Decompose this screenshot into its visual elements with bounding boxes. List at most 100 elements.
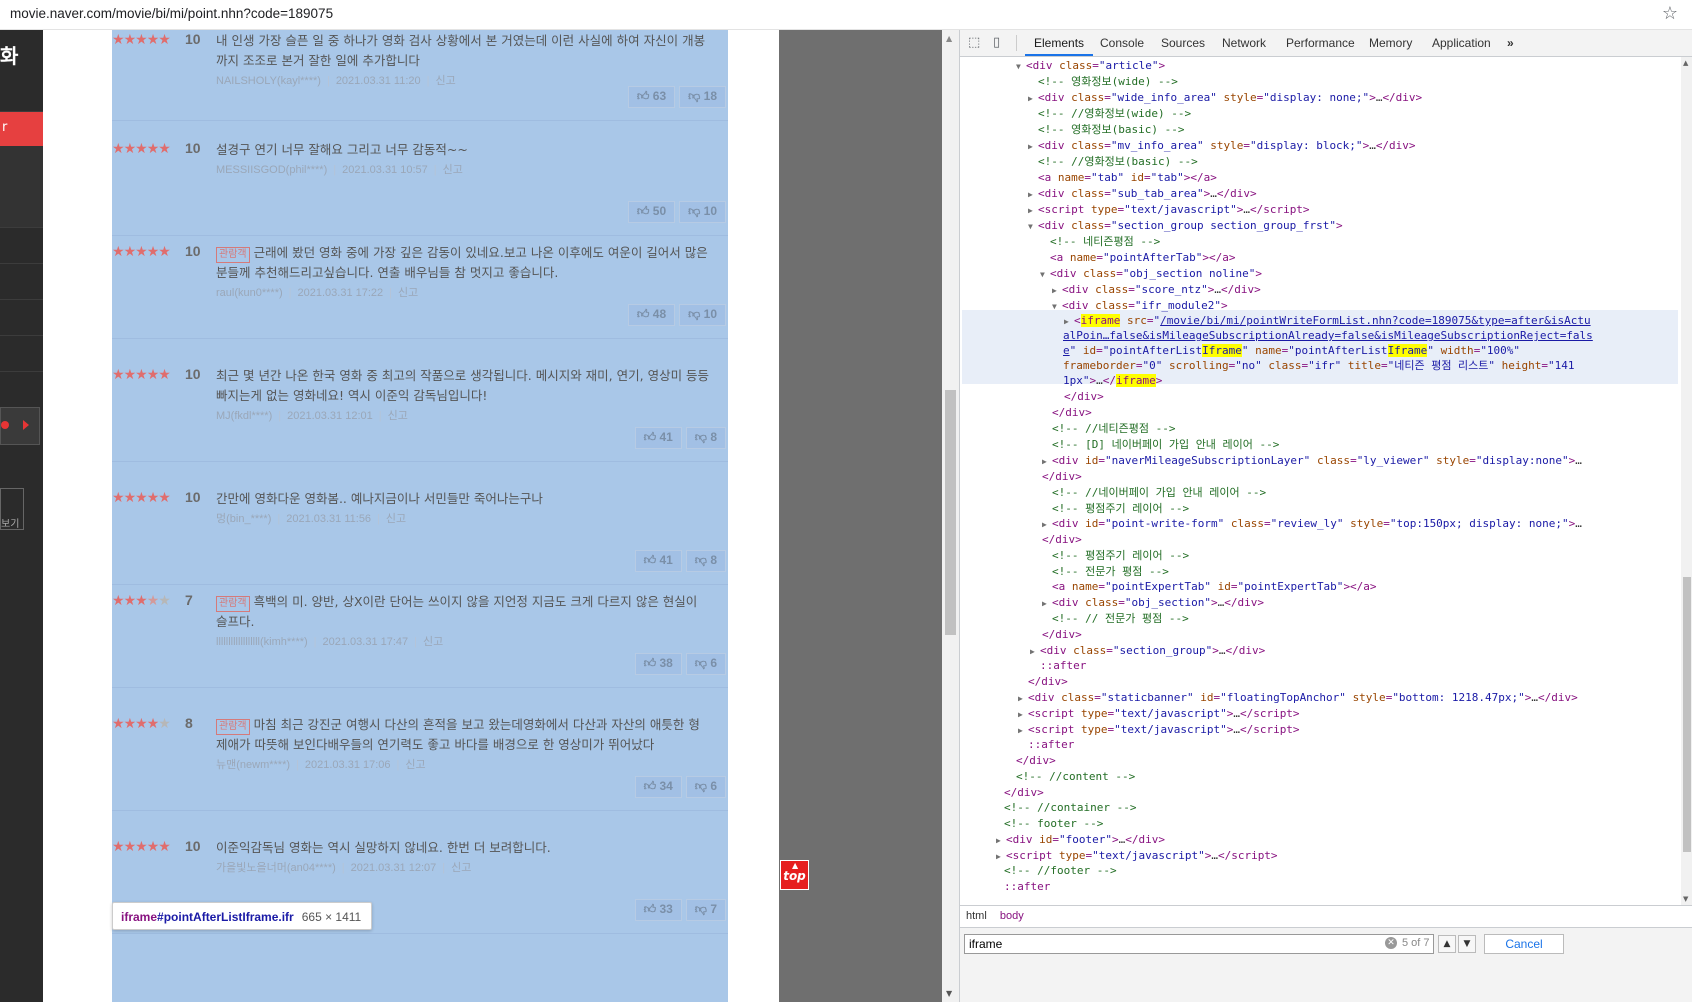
report-link[interactable]: 신고 xyxy=(388,410,408,422)
scroll-up-icon[interactable]: ▲ xyxy=(1683,59,1688,67)
dom-node[interactable]: </div> xyxy=(1028,674,1692,690)
report-link[interactable]: 신고 xyxy=(443,164,463,176)
scroll-down-icon[interactable]: ▼ xyxy=(946,989,952,998)
dom-node[interactable]: ▶ <div id="point-write-form" class="revie… xyxy=(1042,516,1692,532)
tab-performance[interactable]: Performance xyxy=(1286,36,1355,50)
scroll-down-icon[interactable]: ▼ xyxy=(1683,895,1688,903)
page-scrollbar[interactable]: ▲ ▼ xyxy=(942,30,959,1002)
dom-pseudo[interactable]: ::after xyxy=(1004,879,1692,895)
dom-pseudo[interactable]: ::after xyxy=(1040,658,1692,674)
dom-node[interactable]: ▼ <div class="section_group section_group… xyxy=(1028,218,1692,234)
dislike-button[interactable]: 👎︎ 10 xyxy=(679,201,726,223)
dom-node-selected[interactable]: ▶ <iframe src="/movie/bi/mi/pointWriteFor… xyxy=(1064,313,1692,329)
dislike-button[interactable]: 👎︎ 8 xyxy=(685,427,726,449)
scrollbar-thumb[interactable] xyxy=(945,390,956,635)
tab-memory[interactable]: Memory xyxy=(1369,36,1412,50)
like-button[interactable]: 👍︎ 48 xyxy=(627,304,676,326)
dislike-button[interactable]: 👎︎ 6 xyxy=(685,653,726,675)
dom-comment[interactable]: <!-- 영화정보(wide) --> xyxy=(1038,74,1692,90)
dislike-button[interactable]: 👎︎ 8 xyxy=(685,550,726,572)
tab-elements[interactable]: Elements xyxy=(1034,36,1084,50)
like-button[interactable]: 👍︎ 50 xyxy=(627,201,676,223)
dislike-button[interactable]: 👎︎ 18 xyxy=(679,86,726,108)
dom-comment[interactable]: <!-- 평점주기 레이어 --> xyxy=(1052,548,1692,564)
report-link[interactable]: 신고 xyxy=(405,759,425,771)
like-button[interactable]: 👍︎ 41 xyxy=(634,550,682,572)
dom-comment[interactable]: <!-- 평점주기 레이어 --> xyxy=(1052,501,1692,517)
dislike-button[interactable]: 👎︎ 7 xyxy=(685,899,726,921)
scroll-up-icon[interactable]: ▲ xyxy=(946,34,952,43)
dom-comment[interactable]: <!-- // 전문가 평점 --> xyxy=(1052,611,1692,627)
dom-pseudo[interactable]: ::after xyxy=(1028,737,1692,753)
dom-node[interactable]: ▶ <div class="score_ntz">…</div> xyxy=(1052,282,1692,298)
dom-node[interactable]: </div> xyxy=(1052,405,1692,421)
dom-comment[interactable]: <!-- //영화정보(basic) --> xyxy=(1038,154,1692,170)
sidebar-active-item[interactable]: r xyxy=(0,112,43,146)
dom-comment[interactable]: <!-- //네이버페이 가입 안내 레이어 --> xyxy=(1052,485,1692,501)
report-link[interactable]: 신고 xyxy=(436,75,456,87)
view-button[interactable]: 보기 xyxy=(0,488,24,530)
dom-tree[interactable]: ▼ <div class="article"> <!-- 영화정보(wide) -… xyxy=(960,57,1692,905)
dislike-button[interactable]: 👎︎ 6 xyxy=(685,776,726,798)
next-match-button[interactable]: ▼ xyxy=(1458,935,1476,953)
dom-node[interactable]: ▶ <div class="wide_info_area" style="disp… xyxy=(1028,90,1692,106)
dom-comment[interactable]: <!-- //footer --> xyxy=(1004,863,1692,879)
dom-node[interactable]: </div> xyxy=(1016,753,1692,769)
dom-node[interactable]: ▶ <div class="obj_section">…</div> xyxy=(1042,595,1692,611)
dom-comment[interactable]: <!-- 영화정보(basic) --> xyxy=(1038,122,1692,138)
dom-node-continuation[interactable]: 1px">…</iframe> xyxy=(1063,373,1692,389)
dom-node[interactable]: ▼ <div class="obj_section noline"> xyxy=(1040,266,1692,282)
dom-comment[interactable]: <!-- 전문가 평점 --> xyxy=(1052,564,1692,580)
dom-node[interactable]: <a name="pointAfterTab"></a> xyxy=(1050,250,1692,266)
dom-node[interactable]: </div> xyxy=(1064,389,1692,405)
like-button[interactable]: 👍︎ 33 xyxy=(634,899,682,921)
breadcrumb-body[interactable]: body xyxy=(1000,910,1024,922)
dom-comment[interactable]: <!-- //container --> xyxy=(1004,800,1692,816)
dom-node[interactable]: ▶ <div class="section_group">…</div> xyxy=(1030,643,1692,659)
dom-comment[interactable]: <!-- //네티즌평점 --> xyxy=(1052,421,1692,437)
dom-node[interactable]: ▶ <script type="text/javascript">…</scrip… xyxy=(1018,706,1692,722)
report-link[interactable]: 신고 xyxy=(423,636,443,648)
dom-scrollbar[interactable]: ▲ ▼ xyxy=(1681,57,1692,905)
dom-node[interactable]: <a name="pointExpertTab" id="pointExpert… xyxy=(1052,579,1692,595)
dom-comment[interactable]: <!-- //영화정보(wide) --> xyxy=(1038,106,1692,122)
dom-node-continuation[interactable]: e" id="pointAfterListIframe" name="point… xyxy=(1063,343,1692,359)
review-user[interactable]: raul(kun0****) xyxy=(216,287,283,299)
scrollbar-thumb[interactable] xyxy=(1683,577,1691,852)
cancel-search-button[interactable]: Cancel xyxy=(1484,934,1564,954)
like-button[interactable]: 👍︎ 41 xyxy=(634,427,682,449)
review-user[interactable]: MESSIISGOD(phil****) xyxy=(216,164,327,176)
dom-comment[interactable]: <!-- //content --> xyxy=(1016,769,1692,785)
tab-application[interactable]: Application xyxy=(1432,36,1491,50)
clear-search-icon[interactable]: ✕ xyxy=(1385,937,1397,949)
dom-comment[interactable]: <!-- footer --> xyxy=(1004,816,1692,832)
tab-console[interactable]: Console xyxy=(1100,36,1144,50)
dom-node[interactable]: </div> xyxy=(1004,785,1692,801)
report-link[interactable]: 신고 xyxy=(386,513,406,525)
device-toolbar-icon[interactable]: ▯ xyxy=(993,35,1000,50)
find-input[interactable] xyxy=(964,934,1434,954)
dom-node[interactable]: ▶ <div class="sub_tab_area">…</div> xyxy=(1028,186,1692,202)
dom-node[interactable]: <a name="tab" id="tab"></a> xyxy=(1038,170,1692,186)
like-button[interactable]: 👍︎ 38 xyxy=(634,653,682,675)
top-button[interactable]: ▲ top xyxy=(780,860,809,890)
dom-node[interactable]: ▶ <div id="footer">…</div> xyxy=(996,832,1692,848)
play-control[interactable] xyxy=(0,407,40,445)
report-link[interactable]: 신고 xyxy=(451,862,471,874)
review-user[interactable]: 멍(bin_****) xyxy=(216,513,271,525)
report-link[interactable]: 신고 xyxy=(398,287,418,299)
dom-node[interactable]: ▶ <script type="text/javascript">…</scrip… xyxy=(996,848,1692,864)
review-user[interactable]: MJ(fkdl****) xyxy=(216,410,272,422)
review-user[interactable]: llllllllllllllllll(kimh****) xyxy=(216,636,308,648)
tab-sources[interactable]: Sources xyxy=(1161,36,1205,50)
dom-comment[interactable]: <!-- 네티즌평점 --> xyxy=(1050,234,1692,250)
dom-node[interactable]: ▶ <script type="text/javascript">…</scrip… xyxy=(1018,722,1692,738)
inspect-element-icon[interactable]: ⬚ xyxy=(968,35,980,50)
dom-node[interactable]: </div> xyxy=(1042,532,1692,548)
dom-node[interactable]: </div> xyxy=(1042,469,1692,485)
review-user[interactable]: NAILSHOLY(kayl****) xyxy=(216,75,321,87)
dislike-button[interactable]: 👎︎ 10 xyxy=(679,304,726,326)
review-user[interactable]: 가을빛노을너머(an04****) xyxy=(216,862,336,874)
url-text[interactable]: movie.naver.com/movie/bi/mi/point.nhn?co… xyxy=(10,6,333,21)
breadcrumb-html[interactable]: html xyxy=(966,910,987,922)
